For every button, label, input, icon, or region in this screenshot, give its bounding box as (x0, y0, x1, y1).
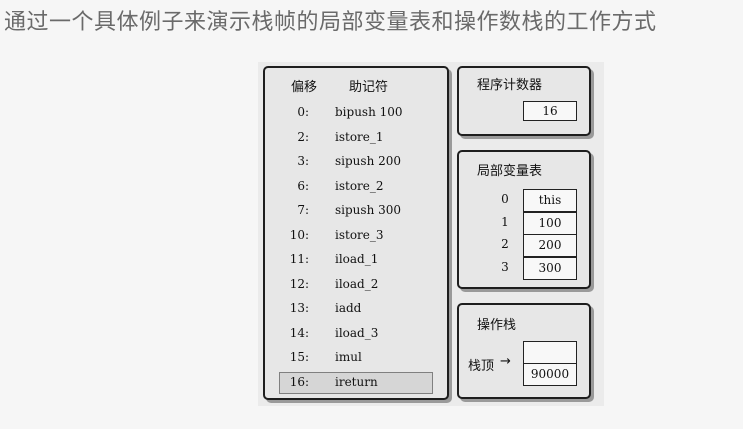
local-variable-index: 0 (501, 192, 509, 206)
local-variable-index: 3 (501, 259, 509, 274)
operand-stack-title: 操作栈 (477, 318, 517, 333)
bytecode-row: 7: sipush 300 (265, 200, 447, 222)
bytecode-offset: 10: (289, 227, 309, 242)
bytecode-row: 10: istore_3 (265, 225, 447, 247)
page-heading: 通过一个具体例子来演示栈帧的局部变量表和操作数栈的工作方式 (4, 10, 657, 35)
bytecode-offset: 7: (297, 203, 309, 217)
bytecode-offset: 6: (297, 178, 309, 193)
bytecode-row: 0: bipush 100 (265, 102, 447, 124)
local-variable-table-title: 局部变量表 (477, 164, 543, 179)
bytecode-offset: 14: (289, 325, 309, 340)
bytecode-row: 2: istore_1 (265, 127, 447, 149)
bytecode-instruction: iload_3 (335, 325, 379, 340)
bytecode-instruction: istore_1 (335, 129, 384, 144)
bytecode-instruction: iadd (335, 301, 362, 315)
program-counter-panel: 程序计数器 16 (457, 66, 591, 136)
bytecode-offset: 12: (289, 276, 309, 291)
bytecode-row: 3: sipush 200 (265, 151, 447, 173)
bytecode-instruction: istore_3 (335, 227, 384, 242)
local-variable-slot: this (523, 189, 577, 212)
offset-header: 偏移 (291, 80, 318, 95)
bytecode-offset: 2: (297, 129, 309, 144)
operand-stack-panel: 操作栈 栈顶 → 90000 (457, 303, 591, 399)
bytecode-panel: 偏移 助记符 0: bipush 100 2: istore_1 3: sipush 20… (263, 66, 449, 400)
bytecode-row: 16: ireturn (265, 371, 447, 394)
stack-top-arrow-icon: → (500, 354, 511, 369)
bytecode-offset: 13: (289, 301, 309, 315)
local-variable-slot: 300 (523, 256, 577, 280)
mnemonic-header: 助记符 (349, 80, 389, 95)
local-variable-index: 1 (501, 214, 509, 229)
program-counter-title: 程序计数器 (477, 78, 543, 93)
stack-top-label: 栈顶 (468, 359, 495, 374)
local-variable-index: 2 (501, 237, 509, 251)
operand-stack-slot (523, 341, 577, 364)
bytecode-instruction: istore_2 (335, 178, 384, 193)
local-variable-table-panel: 局部变量表 0 this 1 100 2 200 3 300 (457, 150, 591, 289)
operand-stack-slot: 90000 (523, 363, 577, 386)
bytecode-offset: 11: (289, 252, 309, 266)
bytecode-offset: 15: (289, 350, 309, 364)
bytecode-instruction: sipush 200 (335, 154, 402, 168)
bytecode-instruction: imul (335, 350, 362, 364)
bytecode-row: 14: iload_3 (265, 323, 447, 345)
bytecode-instruction: ireturn (335, 374, 378, 389)
bytecode-instruction: iload_2 (335, 276, 379, 291)
bytecode-instruction: sipush 300 (335, 203, 402, 217)
bytecode-instruction: iload_1 (335, 252, 379, 266)
bytecode-offset: 3: (297, 154, 309, 168)
program-counter-value: 16 (523, 101, 577, 121)
bytecode-row: 6: istore_2 (265, 176, 447, 198)
bytecode-row: 13: iadd (265, 298, 447, 320)
bytecode-row: 11: iload_1 (265, 249, 447, 271)
bytecode-row: 15: imul (265, 347, 447, 369)
bytecode-instruction: bipush 100 (335, 105, 403, 119)
bytecode-offset: 0: (297, 105, 309, 119)
local-variable-slot: 100 (523, 211, 577, 235)
bytecode-row: 12: iload_2 (265, 274, 447, 296)
bytecode-offset: 16: (289, 374, 309, 389)
local-variable-slot: 200 (523, 234, 577, 257)
